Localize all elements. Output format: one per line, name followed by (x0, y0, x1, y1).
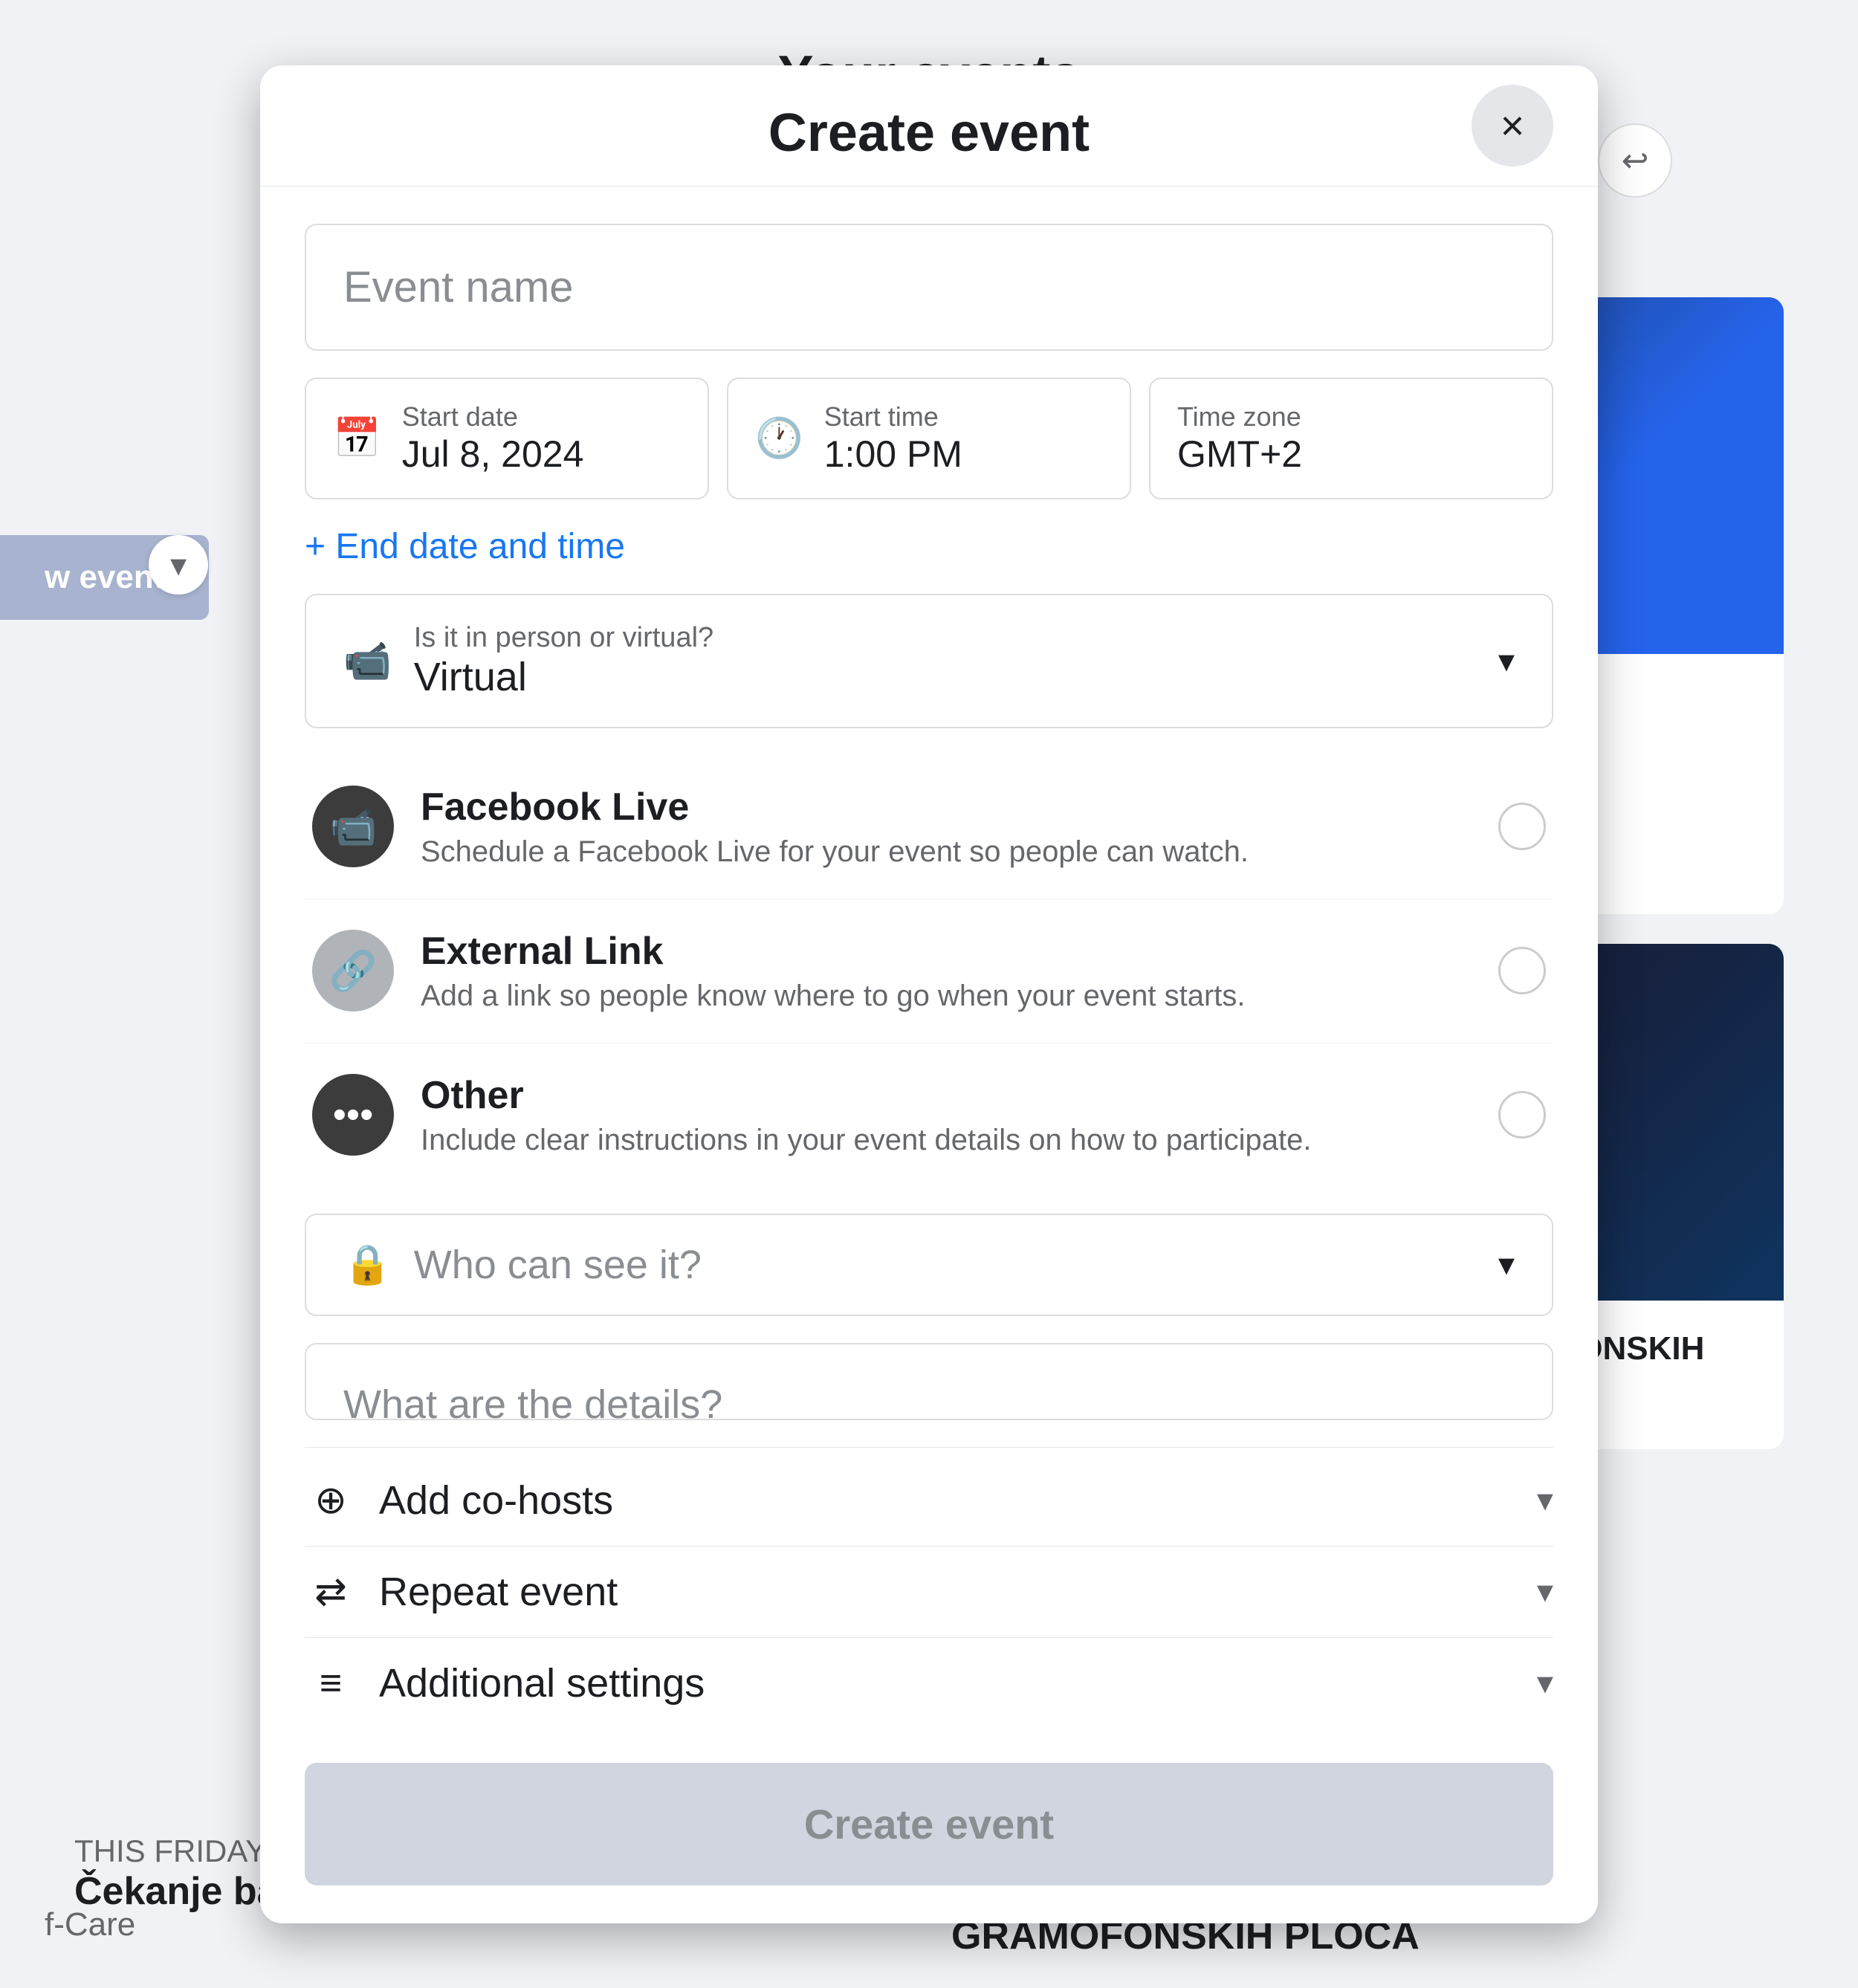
start-time-field[interactable]: 🕐 Start time 1:00 PM (727, 378, 1131, 499)
location-content: Is it in person or virtual? Virtual (414, 622, 1476, 700)
clock-icon: 🕐 (755, 415, 803, 461)
add-cohosts-label: Add co-hosts (379, 1477, 1515, 1524)
repeat-event-section[interactable]: ⇄ Repeat event ▾ (305, 1546, 1553, 1637)
other-title: Other (421, 1073, 1472, 1118)
location-dropdown[interactable]: 📹 Is it in person or virtual? Virtual ▾ (305, 594, 1553, 728)
facebook-live-title: Facebook Live (421, 785, 1472, 829)
start-date-value: Jul 8, 2024 (402, 433, 584, 476)
new-event-label: w event (45, 559, 164, 595)
create-event-label: Create event (804, 1801, 1054, 1848)
start-date-field[interactable]: 📅 Start date Jul 8, 2024 (305, 378, 709, 499)
external-link-radio[interactable] (1498, 947, 1546, 994)
additional-settings-label: Additional settings (379, 1660, 1515, 1706)
chevron-down-icon: ▾ (1498, 1246, 1515, 1283)
datetime-row: 📅 Start date Jul 8, 2024 🕐 Start time 1:… (305, 378, 1553, 499)
video-icon: 📹 (343, 638, 392, 684)
end-date-label: + End date and time (305, 526, 625, 567)
external-link-icon-circle: 🔗 (312, 930, 394, 1011)
external-link-text: External Link Add a link so people know … (421, 929, 1472, 1013)
location-value: Virtual (414, 654, 1476, 700)
facebook-live-radio[interactable] (1498, 803, 1546, 850)
event-name-input[interactable] (305, 224, 1553, 351)
expand-toggle[interactable]: ▾ (149, 535, 208, 595)
start-time-content: Start time 1:00 PM (824, 401, 962, 476)
chevron-down-icon: ▾ (170, 546, 187, 584)
create-event-modal: Create event × 📅 Start date Jul 8, 2024 … (260, 65, 1598, 1923)
share-icon: ↩ (1622, 142, 1649, 180)
external-link-desc: Add a link so people know where to go wh… (421, 980, 1472, 1013)
other-icon-circle: ••• (312, 1074, 394, 1156)
additional-settings-section[interactable]: ≡ Additional settings ▾ (305, 1637, 1553, 1729)
privacy-dropdown[interactable]: 🔒 Who can see it? ▾ (305, 1214, 1553, 1316)
option-other[interactable]: ••• Other Include clear instructions in … (305, 1043, 1553, 1187)
repeat-icon: ⇄ (305, 1570, 357, 1614)
create-event-button[interactable]: Create event (305, 1763, 1553, 1885)
other-radio[interactable] (1498, 1091, 1546, 1139)
expand-sections: ⊕ Add co-hosts ▾ ⇄ Repeat event ▾ ≡ Addi… (305, 1447, 1553, 1729)
start-time-value: 1:00 PM (824, 433, 962, 476)
close-icon: × (1501, 101, 1525, 149)
repeat-event-label: Repeat event (379, 1569, 1515, 1615)
lock-icon: 🔒 (343, 1242, 392, 1287)
virtual-options-list: 📹 Facebook Live Schedule a Facebook Live… (305, 755, 1553, 1187)
option-external-link[interactable]: 🔗 External Link Add a link so people kno… (305, 899, 1553, 1043)
other-desc: Include clear instructions in your event… (421, 1124, 1472, 1157)
modal-body: 📅 Start date Jul 8, 2024 🕐 Start time 1:… (260, 187, 1598, 1923)
modal-header: Create event × (260, 65, 1598, 187)
modal-title: Create event (768, 103, 1090, 163)
facebook-live-text: Facebook Live Schedule a Facebook Live f… (421, 785, 1472, 869)
privacy-placeholder: Who can see it? (414, 1242, 1476, 1288)
share-button[interactable]: ↩ (1598, 123, 1672, 198)
facebook-live-icon-circle: 📹 (312, 786, 394, 867)
location-label: Is it in person or virtual? (414, 622, 1476, 654)
link-icon: 🔗 (329, 948, 378, 994)
end-date-link[interactable]: + End date and time (305, 526, 1553, 567)
plus-circle-icon: ⊕ (305, 1478, 357, 1523)
timezone-value: GMT+2 (1177, 433, 1302, 476)
video-camera-icon: 📹 (329, 804, 378, 849)
start-date-label: Start date (402, 401, 584, 433)
chevron-down-icon: ▾ (1537, 1573, 1553, 1610)
option-facebook-live[interactable]: 📹 Facebook Live Schedule a Facebook Live… (305, 755, 1553, 899)
timezone-label: Time zone (1177, 401, 1302, 433)
settings-list-icon: ≡ (305, 1661, 357, 1706)
other-text: Other Include clear instructions in your… (421, 1073, 1472, 1157)
facebook-live-desc: Schedule a Facebook Live for your event … (421, 835, 1472, 869)
chevron-down-icon: ▾ (1537, 1481, 1553, 1519)
start-time-label: Start time (824, 401, 962, 433)
modal-close-button[interactable]: × (1472, 85, 1553, 166)
timezone-content: Time zone GMT+2 (1177, 401, 1302, 476)
dots-icon: ••• (333, 1092, 374, 1137)
add-cohosts-section[interactable]: ⊕ Add co-hosts ▾ (305, 1455, 1553, 1546)
calendar-icon: 📅 (333, 415, 381, 461)
timezone-field[interactable]: Time zone GMT+2 (1149, 378, 1553, 499)
details-textarea[interactable] (305, 1343, 1553, 1420)
chevron-down-icon: ▾ (1498, 642, 1515, 680)
external-link-title: External Link (421, 929, 1472, 974)
start-date-content: Start date Jul 8, 2024 (402, 401, 584, 476)
bottom-left-label: f-Care (45, 1906, 135, 1943)
chevron-down-icon: ▾ (1537, 1664, 1553, 1702)
